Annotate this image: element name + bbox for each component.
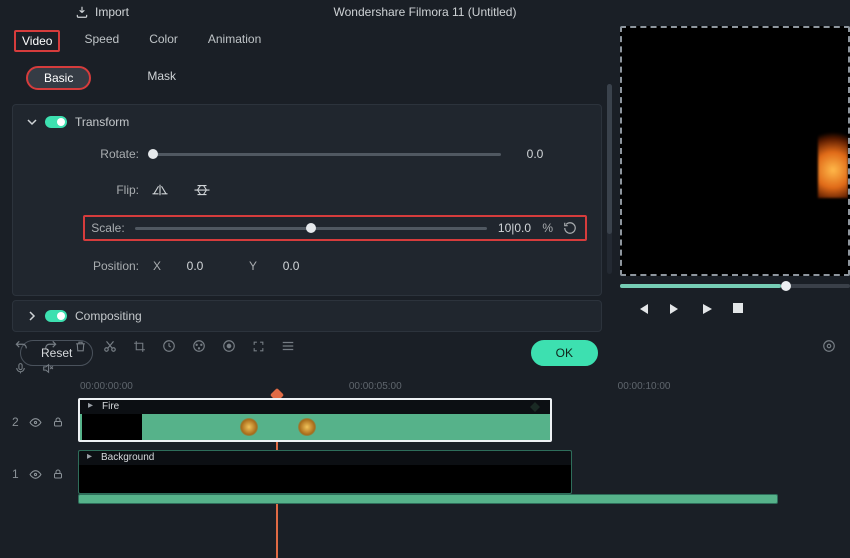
clip-background[interactable]: Background — [78, 450, 572, 494]
undo-icon[interactable] — [14, 339, 28, 353]
scale-unit: % — [542, 221, 553, 235]
position-label: Position: — [87, 259, 139, 273]
flip-label: Flip: — [87, 183, 139, 197]
mic-icon[interactable] — [14, 362, 27, 375]
delete-icon[interactable] — [74, 340, 87, 353]
track-index-2: 2 — [12, 415, 19, 429]
video-subtabs: Basic Mask — [12, 60, 602, 100]
stop-button[interactable] — [732, 302, 746, 316]
flip-horizontal-button[interactable] — [149, 182, 171, 198]
prev-frame-button[interactable] — [636, 302, 650, 316]
lock-icon[interactable] — [52, 416, 64, 428]
scale-slider-thumb[interactable] — [306, 223, 316, 233]
import-icon — [75, 5, 89, 19]
keyframe-icon[interactable] — [530, 402, 540, 412]
import-label: Import — [95, 5, 129, 19]
tab-video[interactable]: Video — [14, 30, 60, 52]
compositing-title: Compositing — [75, 309, 142, 323]
redo-icon[interactable] — [44, 339, 58, 353]
inspector-scrollbar[interactable] — [607, 84, 612, 274]
inspector-scrollbar-thumb[interactable] — [607, 84, 612, 234]
preview-canvas[interactable] — [620, 26, 850, 276]
preview-scrubber[interactable] — [620, 284, 850, 288]
ruler-t0: 00:00:00:00 — [80, 381, 133, 392]
settings-icon[interactable] — [281, 339, 295, 353]
rotate-label: Rotate: — [87, 147, 139, 161]
tab-speed[interactable]: Speed — [78, 30, 125, 52]
timeline-ruler[interactable]: 00:00:00:00 00:00:05:00 00:00:10:00 — [0, 378, 850, 394]
window-title: Wondershare Filmora 11 (Untitled) — [334, 5, 517, 19]
transform-section: Transform Rotate: 0.0 Flip: — [12, 104, 602, 296]
inspector-tabs: Video Speed Color Animation — [12, 24, 602, 60]
mute-icon[interactable] — [41, 362, 54, 375]
fx-icon — [298, 418, 316, 436]
scale-slider[interactable] — [135, 227, 487, 230]
timeline-toolbar — [0, 334, 850, 358]
position-x-label: X — [153, 259, 161, 273]
compositing-toggle[interactable] — [45, 310, 67, 322]
rotate-slider-thumb[interactable] — [148, 149, 158, 159]
record-icon[interactable] — [222, 339, 236, 353]
color-icon[interactable] — [192, 339, 206, 353]
preview-content — [818, 128, 848, 198]
clip-fire[interactable]: Fire — [78, 398, 552, 442]
subtab-mask[interactable]: Mask — [131, 66, 192, 90]
chevron-down-icon[interactable] — [27, 117, 37, 127]
clip-fire-label: Fire — [80, 400, 550, 414]
fullscreen-icon[interactable] — [252, 340, 265, 353]
scale-reset-icon[interactable] — [563, 221, 577, 235]
tab-color[interactable]: Color — [143, 30, 184, 52]
position-y-label: Y — [249, 259, 257, 273]
play-button[interactable] — [700, 302, 714, 316]
transform-title: Transform — [75, 115, 129, 129]
ruler-t1: 00:00:05:00 — [349, 381, 402, 392]
speed-icon[interactable] — [162, 339, 176, 353]
clip-background-label: Background — [79, 451, 571, 465]
track-index-1: 1 — [12, 467, 19, 481]
record-circle-icon[interactable] — [822, 339, 836, 353]
eye-icon[interactable] — [29, 468, 42, 481]
lock-icon[interactable] — [52, 468, 64, 480]
clip-thumbnail — [82, 414, 142, 442]
subtab-basic[interactable]: Basic — [26, 66, 91, 90]
compositing-section[interactable]: Compositing — [12, 300, 602, 332]
position-y-value[interactable]: 0.0 — [267, 259, 315, 273]
chevron-right-icon[interactable] — [27, 311, 37, 321]
fx-icon — [240, 418, 258, 436]
crop-icon[interactable] — [133, 340, 146, 353]
tab-animation[interactable]: Animation — [202, 30, 267, 52]
transform-toggle[interactable] — [45, 116, 67, 128]
ruler-t2: 00:00:10:00 — [618, 381, 671, 392]
clip-green[interactable] — [78, 494, 778, 504]
position-x-value[interactable]: 0.0 — [171, 259, 219, 273]
scale-value[interactable]: 10|0.0 — [497, 221, 533, 235]
preview-scrubber-thumb[interactable] — [781, 281, 791, 291]
cut-icon[interactable] — [103, 339, 117, 353]
flip-vertical-button[interactable] — [191, 182, 213, 198]
eye-icon[interactable] — [29, 416, 42, 429]
import-button[interactable]: Import — [75, 5, 129, 19]
rotate-slider[interactable] — [149, 153, 501, 156]
next-frame-button[interactable] — [668, 302, 682, 316]
scale-label: Scale: — [89, 221, 125, 235]
rotate-value[interactable]: 0.0 — [511, 147, 559, 161]
